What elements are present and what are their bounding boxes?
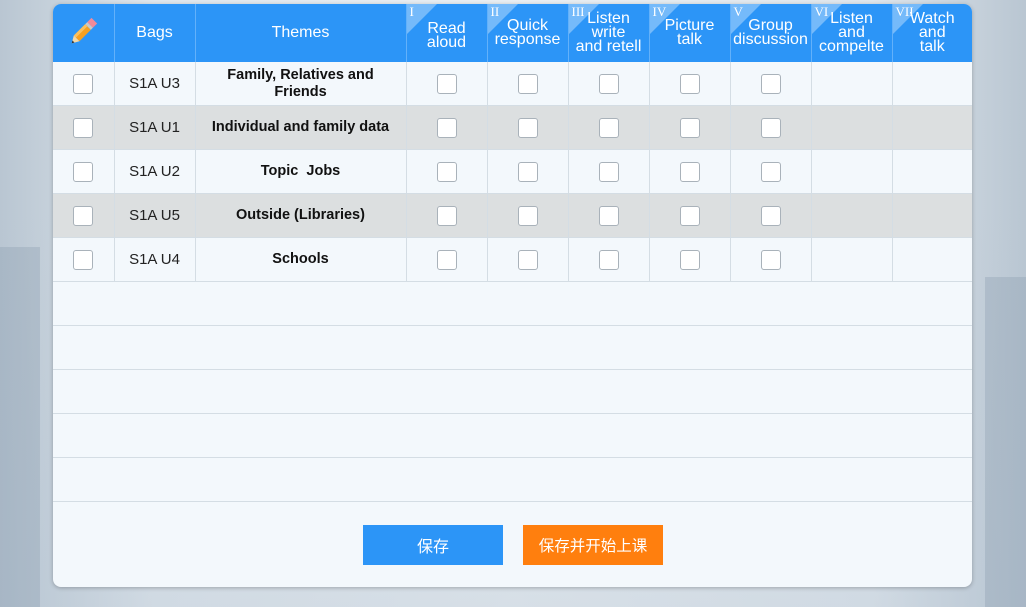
column-label-line: and retell	[575, 38, 642, 55]
bag-cell: S1A U4	[114, 237, 196, 282]
group-discussion-checkbox[interactable]	[760, 161, 781, 182]
empty-table-row	[53, 457, 972, 502]
read-aloud-checkbox[interactable]	[436, 117, 457, 138]
empty-cell	[892, 149, 972, 194]
picture-talk-checkbox[interactable]	[679, 205, 700, 226]
quick-response-checkbox[interactable]	[517, 161, 538, 182]
empty-cell	[892, 237, 972, 282]
empty-table-row	[53, 369, 972, 414]
theme-line: Friends	[274, 83, 327, 100]
empty-cell	[811, 149, 893, 194]
read-aloud-checkbox[interactable]	[436, 73, 457, 94]
empty-cell	[892, 105, 972, 150]
empty-table-row	[53, 281, 972, 326]
listen-write-retell-checkbox[interactable]	[598, 205, 619, 226]
assignment-table: Bags Themes I Read aloud II Quick response…	[53, 4, 972, 502]
column-header-group-discussion: V Group discussion	[730, 4, 812, 62]
table-row: S1A U4 Schools	[53, 237, 972, 282]
picture-talk-checkbox[interactable]	[679, 117, 700, 138]
column-label-line: aloud	[426, 34, 467, 51]
table-row: S1A U5 Outside (Libraries)	[53, 193, 972, 238]
table-row: S1A U1 Individual and family data	[53, 105, 972, 150]
bag-cell: S1A U2	[114, 149, 196, 194]
row-select-checkbox[interactable]	[73, 161, 94, 182]
listen-write-retell-checkbox[interactable]	[598, 161, 619, 182]
bag-cell: S1A U5	[114, 193, 196, 238]
listen-write-retell-checkbox[interactable]	[598, 73, 619, 94]
group-discussion-checkbox[interactable]	[760, 249, 781, 270]
column-header-read-aloud: I Read aloud	[406, 4, 488, 62]
empty-cell	[811, 62, 893, 106]
picture-talk-checkbox[interactable]	[679, 249, 700, 270]
theme-cell: Topic Jobs	[195, 149, 407, 194]
save-and-start-class-button[interactable]: 保存并开始上课	[523, 525, 663, 565]
column-header-quick-response: II Quick response	[487, 4, 569, 62]
pencil-icon	[65, 14, 101, 53]
assignment-panel: Bags Themes I Read aloud II Quick response…	[53, 4, 972, 587]
column-numeral: IV	[652, 4, 667, 19]
read-aloud-checkbox[interactable]	[436, 249, 457, 270]
row-select-checkbox[interactable]	[73, 249, 94, 270]
picture-talk-checkbox[interactable]	[679, 73, 700, 94]
column-label-line: talk	[677, 31, 702, 48]
theme-line: Family, Relatives and	[227, 66, 374, 83]
row-select-checkbox[interactable]	[73, 205, 94, 226]
save-button[interactable]: 保存	[363, 525, 503, 565]
theme-cell: Outside (Libraries)	[195, 193, 407, 238]
edit-header	[53, 4, 115, 62]
column-label-line: compelte	[819, 38, 884, 55]
theme-cell: Family, Relatives and Friends	[195, 62, 407, 106]
empty-cell	[811, 105, 893, 150]
quick-response-checkbox[interactable]	[517, 205, 538, 226]
column-header-watch-talk: VII Watch and talk	[892, 4, 972, 62]
listen-write-retell-checkbox[interactable]	[598, 249, 619, 270]
column-header-listen-write-retell: III Listen write and retell	[568, 4, 650, 62]
listen-write-retell-checkbox[interactable]	[598, 117, 619, 138]
quick-response-checkbox[interactable]	[517, 117, 538, 138]
empty-cell	[811, 193, 893, 238]
group-discussion-checkbox[interactable]	[760, 205, 781, 226]
empty-cell	[892, 62, 972, 106]
group-discussion-checkbox[interactable]	[760, 73, 781, 94]
column-header-listen-complete: VI Listen and compelte	[811, 4, 893, 62]
theme-cell: Individual and family data	[195, 105, 407, 150]
empty-cell	[892, 193, 972, 238]
row-select-checkbox[interactable]	[73, 117, 94, 138]
quick-response-checkbox[interactable]	[517, 249, 538, 270]
theme-cell: Schools	[195, 237, 407, 282]
bag-cell: S1A U3	[114, 62, 196, 106]
empty-cell	[811, 237, 893, 282]
table-row: S1A U3 Family, Relatives and Friends	[53, 62, 972, 106]
read-aloud-checkbox[interactable]	[436, 205, 457, 226]
column-numeral: V	[733, 4, 743, 19]
column-numeral: VII	[895, 4, 914, 19]
picture-talk-checkbox[interactable]	[679, 161, 700, 182]
table-row: S1A U2 Topic Jobs	[53, 149, 972, 194]
column-numeral: VI	[814, 4, 829, 19]
column-numeral: III	[571, 4, 585, 19]
themes-header: Themes	[195, 4, 407, 62]
empty-table-row	[53, 325, 972, 370]
empty-table-row	[53, 413, 972, 458]
column-numeral: I	[409, 4, 414, 19]
read-aloud-checkbox[interactable]	[436, 161, 457, 182]
row-select-checkbox[interactable]	[73, 73, 94, 94]
group-discussion-checkbox[interactable]	[760, 117, 781, 138]
bags-header: Bags	[114, 4, 196, 62]
table-header-row: Bags Themes I Read aloud II Quick response…	[53, 4, 972, 62]
bag-cell: S1A U1	[114, 105, 196, 150]
quick-response-checkbox[interactable]	[517, 73, 538, 94]
column-numeral: II	[490, 4, 500, 19]
column-header-picture-talk: IV Picture talk	[649, 4, 731, 62]
column-label-line: talk	[919, 38, 945, 55]
